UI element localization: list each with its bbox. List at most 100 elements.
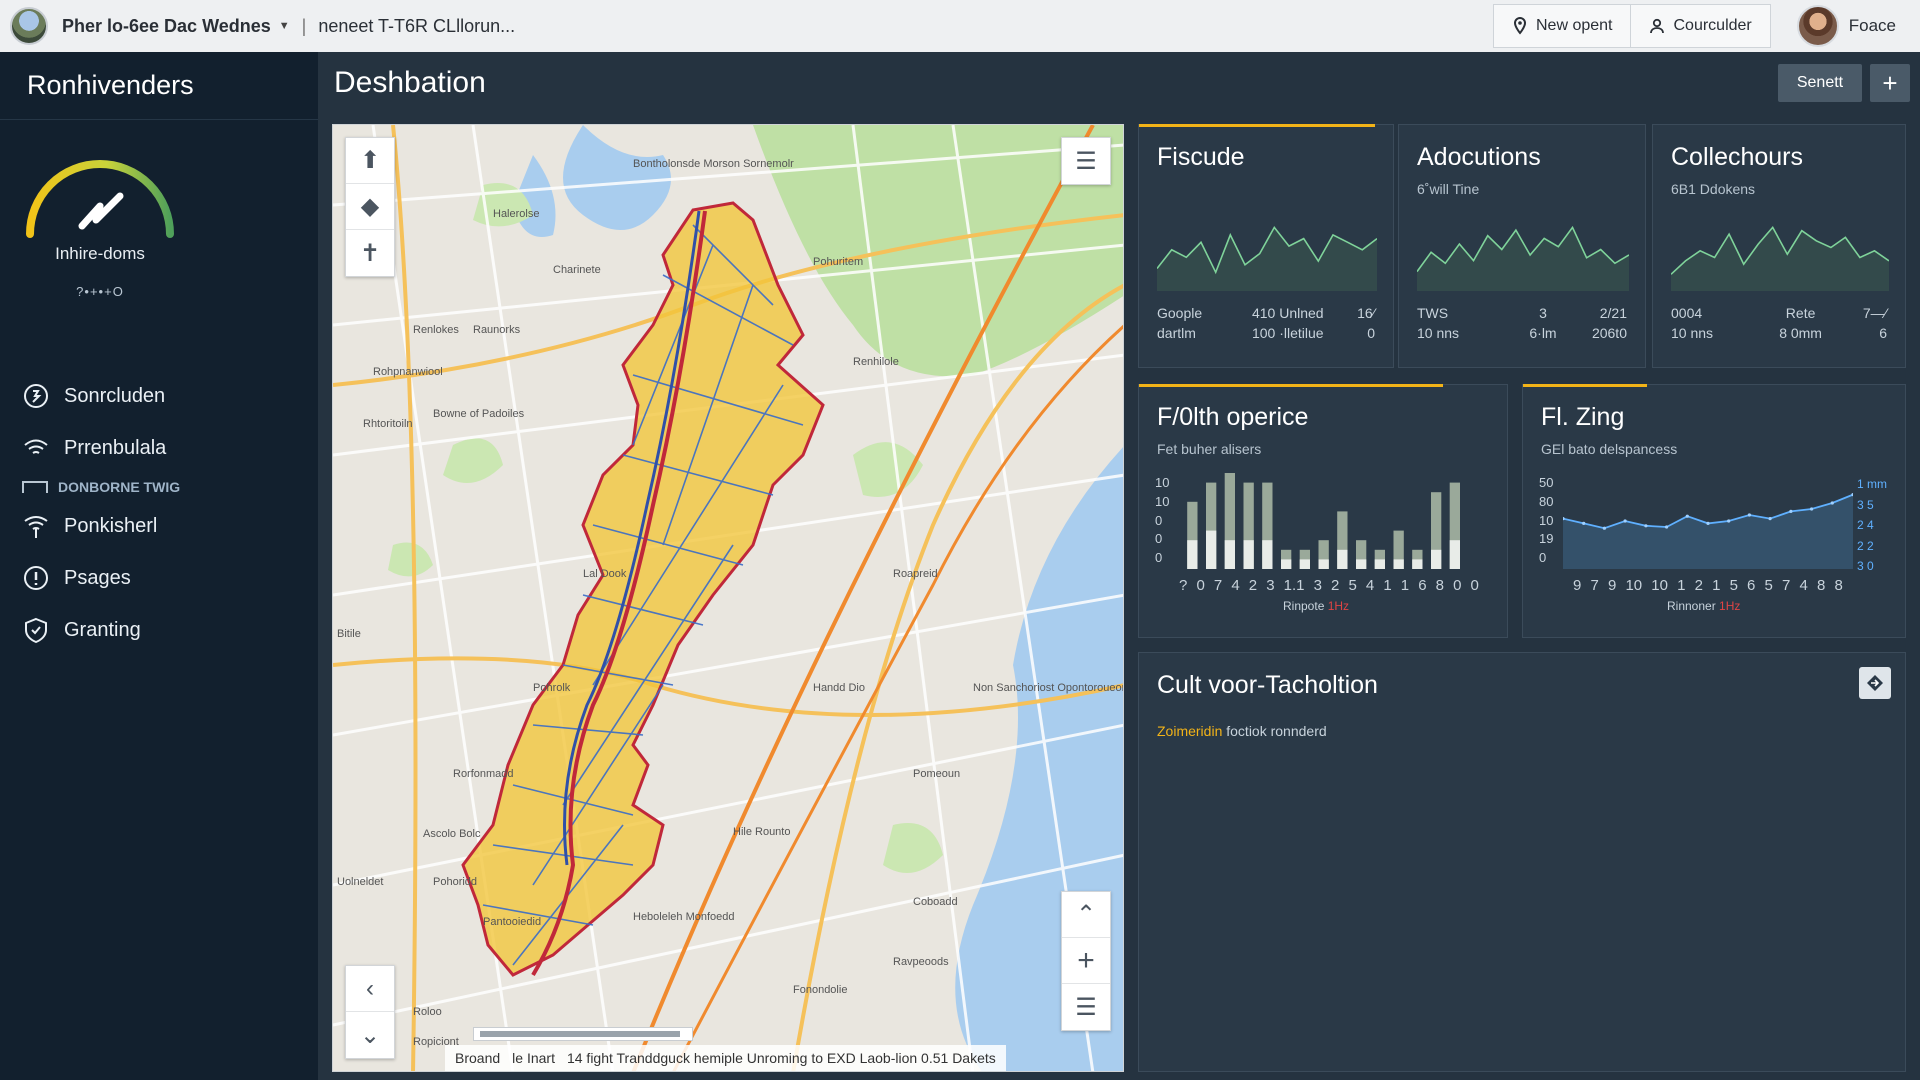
x-tick: 2: [1248, 577, 1258, 594]
zoom-out-icon[interactable]: ☰: [1062, 984, 1110, 1030]
map-layers-control: ☰: [1061, 137, 1111, 185]
chevron-down-icon[interactable]: ⌄: [346, 1012, 394, 1058]
x-tick: 0: [1470, 577, 1479, 594]
zoom-in-icon[interactable]: +: [1062, 938, 1110, 984]
stat-value: Goople: [1157, 305, 1203, 321]
x-tick: 4: [1365, 577, 1375, 594]
sidebar-item-prrenbulala[interactable]: Prrenbulala: [0, 422, 318, 474]
sidebar-item-ponkisherl[interactable]: Ponkisherl: [0, 500, 318, 552]
sidebar-group-label: DONBORNE TWIG: [58, 479, 181, 495]
senett-button[interactable]: Senett: [1778, 64, 1862, 102]
status-gauge: Inhire-doms ?•+•+O: [20, 152, 180, 312]
card-stats: TWS 3 2/21 10 nns 6·lm 206t0: [1417, 305, 1627, 341]
stat-value: 6: [1879, 325, 1887, 341]
x-tick: 2: [1331, 577, 1340, 594]
bar-secondary: [1318, 559, 1329, 569]
compass-icon[interactable]: ◆: [346, 184, 394, 230]
card-folth-operice[interactable]: F/0lth operice Fet buher alisers 10 10 0…: [1138, 384, 1508, 638]
card-cult-voor-tacholtion[interactable]: Cult voor-Tacholtion Zoimeridin foctiok …: [1138, 652, 1906, 1072]
map-label: Non Sanchoriost Opontoroueonol: [973, 682, 1124, 694]
wifi-icon: [24, 439, 48, 454]
map-label: Ravpeoods: [893, 956, 949, 968]
bar-secondary: [1337, 549, 1348, 569]
map-label: Roloo: [413, 1006, 442, 1018]
map-pan-controls: ‹ ⌄: [345, 965, 395, 1059]
right-tick: 2 2: [1857, 538, 1874, 553]
stat-value: 410 Unlned: [1251, 305, 1324, 321]
expand-icon[interactable]: [1859, 667, 1891, 699]
badge-icon: [24, 384, 48, 408]
map-label: Heboleleh Monfoedd: [633, 911, 735, 923]
brand-title[interactable]: Ronhivenders: [0, 52, 318, 120]
sidebar-item-sonrcluden[interactable]: Sonrcluden: [0, 370, 318, 422]
map-footer-b[interactable]: le Inart: [512, 1050, 555, 1066]
menu-icon[interactable]: ☰: [1062, 138, 1110, 184]
map-canvas[interactable]: Bontholonsde Morson Sornemolr Halerolse …: [333, 125, 1124, 1072]
add-button[interactable]: +: [1870, 64, 1910, 102]
card-title: F/0lth operice: [1157, 403, 1309, 431]
x-tick: 6: [1418, 577, 1427, 594]
card-collechours[interactable]: Collechours 6B1 Ddokens 0004 Rete 7—⁄ 10…: [1652, 124, 1906, 368]
map-footer: Broand le Inart 14 fight Tranddguck hemi…: [445, 1045, 1006, 1071]
bar-secondary: [1224, 540, 1235, 569]
x-tick: 4: [1799, 577, 1808, 594]
x-tick: 1: [1677, 577, 1686, 594]
sidebar-item-label: Psages: [64, 566, 131, 589]
card-title: Collechours: [1671, 143, 1804, 171]
right-tick: 1 mm: [1857, 477, 1887, 491]
y-tick: 19: [1539, 531, 1554, 547]
card-fiscude[interactable]: Fiscude Goople 410 Unlned 16⁄ dartlm 100…: [1138, 124, 1394, 368]
x-tick: 0: [1453, 577, 1462, 594]
y-tick: 10: [1539, 512, 1554, 528]
bar-secondary: [1374, 559, 1385, 569]
y-tick: 80: [1539, 493, 1554, 509]
courculder-button[interactable]: Courculder: [1631, 4, 1771, 48]
stat-value: TWS: [1417, 305, 1449, 321]
card-adocutions[interactable]: Adocutions 6˚will Tine TWS 3 2/21 10 nns…: [1398, 124, 1646, 368]
stat-value: 206t0: [1591, 325, 1627, 341]
map-label: Renhilole: [853, 356, 899, 368]
map-footer-a[interactable]: Broand: [455, 1050, 500, 1066]
x-tick: 8: [1435, 577, 1444, 594]
card-subtitle-text: foctiok ronnderd: [1226, 723, 1327, 739]
arrow-up-icon[interactable]: ⬆: [346, 138, 394, 184]
top-bar: Pher lo-6ee Dac Wednes ▼ | neneet T-T6R …: [0, 0, 1920, 52]
map-label: Bitile: [337, 628, 361, 640]
sparkline-area: [1671, 227, 1889, 291]
crosshair-icon[interactable]: ✝: [346, 230, 394, 276]
map-label: Hile Rounto: [733, 826, 790, 838]
folder-icon: [22, 481, 48, 493]
breadcrumb[interactable]: neneet T-T6R CLllorun...: [318, 16, 515, 37]
avatar[interactable]: [1796, 5, 1839, 47]
map-label: Pohoridd: [433, 876, 477, 888]
line-point: [1789, 509, 1793, 513]
card-title: Adocutions: [1417, 143, 1541, 171]
sidebar-item-psages[interactable]: Psages: [0, 552, 318, 604]
map-panel[interactable]: Bontholonsde Morson Sornemolr Halerolse …: [332, 124, 1124, 1072]
card-fl-zing[interactable]: Fl. Zing GEl bato delspancess 50 80 10 1…: [1522, 384, 1906, 638]
line-point: [1706, 521, 1710, 525]
app-logo[interactable]: [10, 7, 48, 45]
stat-value: 0004: [1671, 305, 1703, 321]
map-label: Ascolo Bolc: [423, 828, 481, 840]
signal-icon: [24, 516, 48, 538]
chevron-left-icon[interactable]: ‹: [346, 966, 394, 1012]
line-point: [1810, 507, 1814, 511]
user-menu[interactable]: Foace: [1796, 5, 1896, 47]
sidebar-item-granting[interactable]: Granting: [0, 604, 318, 656]
y-tick: 0: [1539, 550, 1547, 565]
x-tick: 5: [1729, 577, 1738, 594]
y-tick: 0: [1155, 512, 1163, 528]
document-title[interactable]: Pher lo-6ee Dac Wednes: [62, 16, 271, 37]
x-axis: 9 7 9 10 10 1 2 1 5 6 5 7 4 8 8: [1573, 577, 1843, 594]
map-zoom-controls: ⌃ + ☰: [1061, 891, 1111, 1031]
stat-value: 0: [1367, 325, 1375, 341]
chevron-up-icon[interactable]: ⌃: [1062, 892, 1110, 938]
x-tick: 10: [1625, 577, 1643, 594]
map-label: Rorfonmadd: [453, 768, 514, 780]
chevron-down-icon[interactable]: ▼: [279, 20, 290, 32]
info-icon: [24, 566, 48, 590]
new-opent-button[interactable]: New opent: [1492, 4, 1632, 48]
map-label: Renlokes: [413, 324, 459, 336]
x-tick: 1.1: [1283, 577, 1305, 594]
